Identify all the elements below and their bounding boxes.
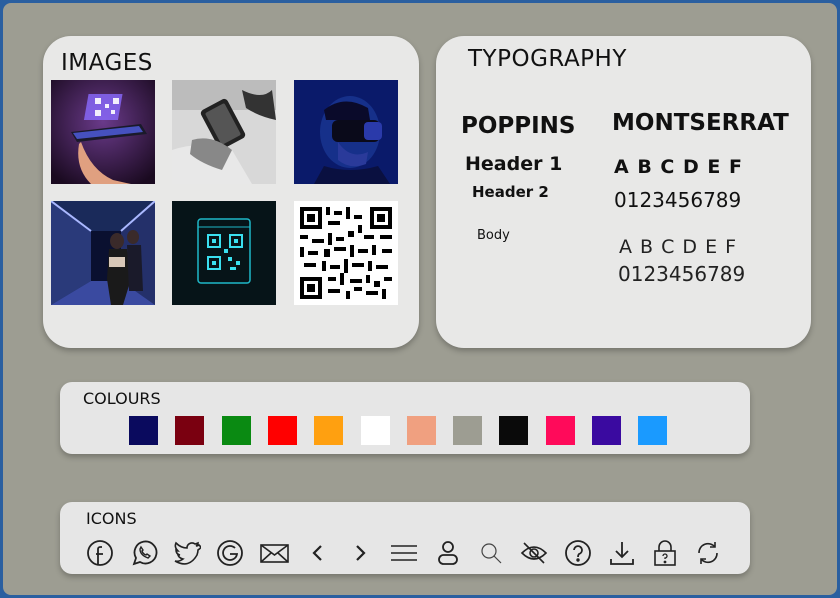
montserrat-font-name: MONTSERRAT xyxy=(612,110,789,136)
help-icon[interactable] xyxy=(564,539,592,567)
montserrat-letters-bold: A B C D E F xyxy=(614,156,743,178)
whatsapp-icon[interactable] xyxy=(130,539,158,567)
google-icon[interactable] xyxy=(216,539,244,567)
colours-bar: COLOURS xyxy=(60,382,750,454)
montserrat-digits-light: 0123456789 xyxy=(618,262,746,286)
typography-card: TYPOGRAPHY POPPINS Header 1 Header 2 Bod… xyxy=(436,36,811,348)
colour-swatch xyxy=(175,416,204,445)
search-icon[interactable] xyxy=(477,539,505,567)
colour-swatch xyxy=(314,416,343,445)
canvas-frame: IMAGES TYPOGRAPHY POPPINS Header 1 Heade… xyxy=(1,1,839,597)
colour-swatch xyxy=(546,416,575,445)
server-room-woman-image xyxy=(51,201,155,305)
eye-off-icon[interactable] xyxy=(520,539,548,567)
colour-swatch xyxy=(268,416,297,445)
images-card: IMAGES xyxy=(43,36,419,348)
montserrat-digits-regular: 0123456789 xyxy=(614,188,742,212)
phone-grayscale-image xyxy=(172,80,276,184)
menu-icon[interactable] xyxy=(390,539,418,567)
poppins-header-2: Header 2 xyxy=(472,183,549,201)
colour-swatch xyxy=(453,416,482,445)
colour-swatch xyxy=(222,416,251,445)
chevron-right-icon[interactable] xyxy=(346,539,374,567)
neon-qr-screen-image xyxy=(172,201,276,305)
refresh-icon[interactable] xyxy=(694,539,722,567)
phone-hologram-qr-image xyxy=(51,80,155,184)
user-icon[interactable] xyxy=(434,539,462,567)
colours-title: COLOURS xyxy=(83,389,161,408)
poppins-header-1: Header 1 xyxy=(465,153,563,175)
images-title: IMAGES xyxy=(61,50,153,76)
colour-swatch xyxy=(361,416,390,445)
lock-help-icon[interactable] xyxy=(651,539,679,567)
mail-icon[interactable] xyxy=(259,539,290,567)
colour-swatch xyxy=(638,416,667,445)
poppins-body: Body xyxy=(477,228,510,243)
qr-code-image xyxy=(294,201,398,305)
colour-swatch xyxy=(592,416,621,445)
colour-swatch xyxy=(499,416,528,445)
download-icon[interactable] xyxy=(608,539,636,567)
montserrat-letters-light: A B C D E F xyxy=(619,236,738,258)
colour-swatch xyxy=(407,416,436,445)
vr-headset-man-image xyxy=(294,80,398,184)
facebook-icon[interactable] xyxy=(86,539,114,567)
chevron-left-icon[interactable] xyxy=(304,539,332,567)
poppins-font-name: POPPINS xyxy=(461,113,576,139)
twitter-icon[interactable] xyxy=(173,539,201,567)
icons-title: ICONS xyxy=(86,509,137,528)
icons-bar: ICONS xyxy=(60,502,750,574)
colour-swatch xyxy=(129,416,158,445)
typography-title: TYPOGRAPHY xyxy=(468,46,627,72)
